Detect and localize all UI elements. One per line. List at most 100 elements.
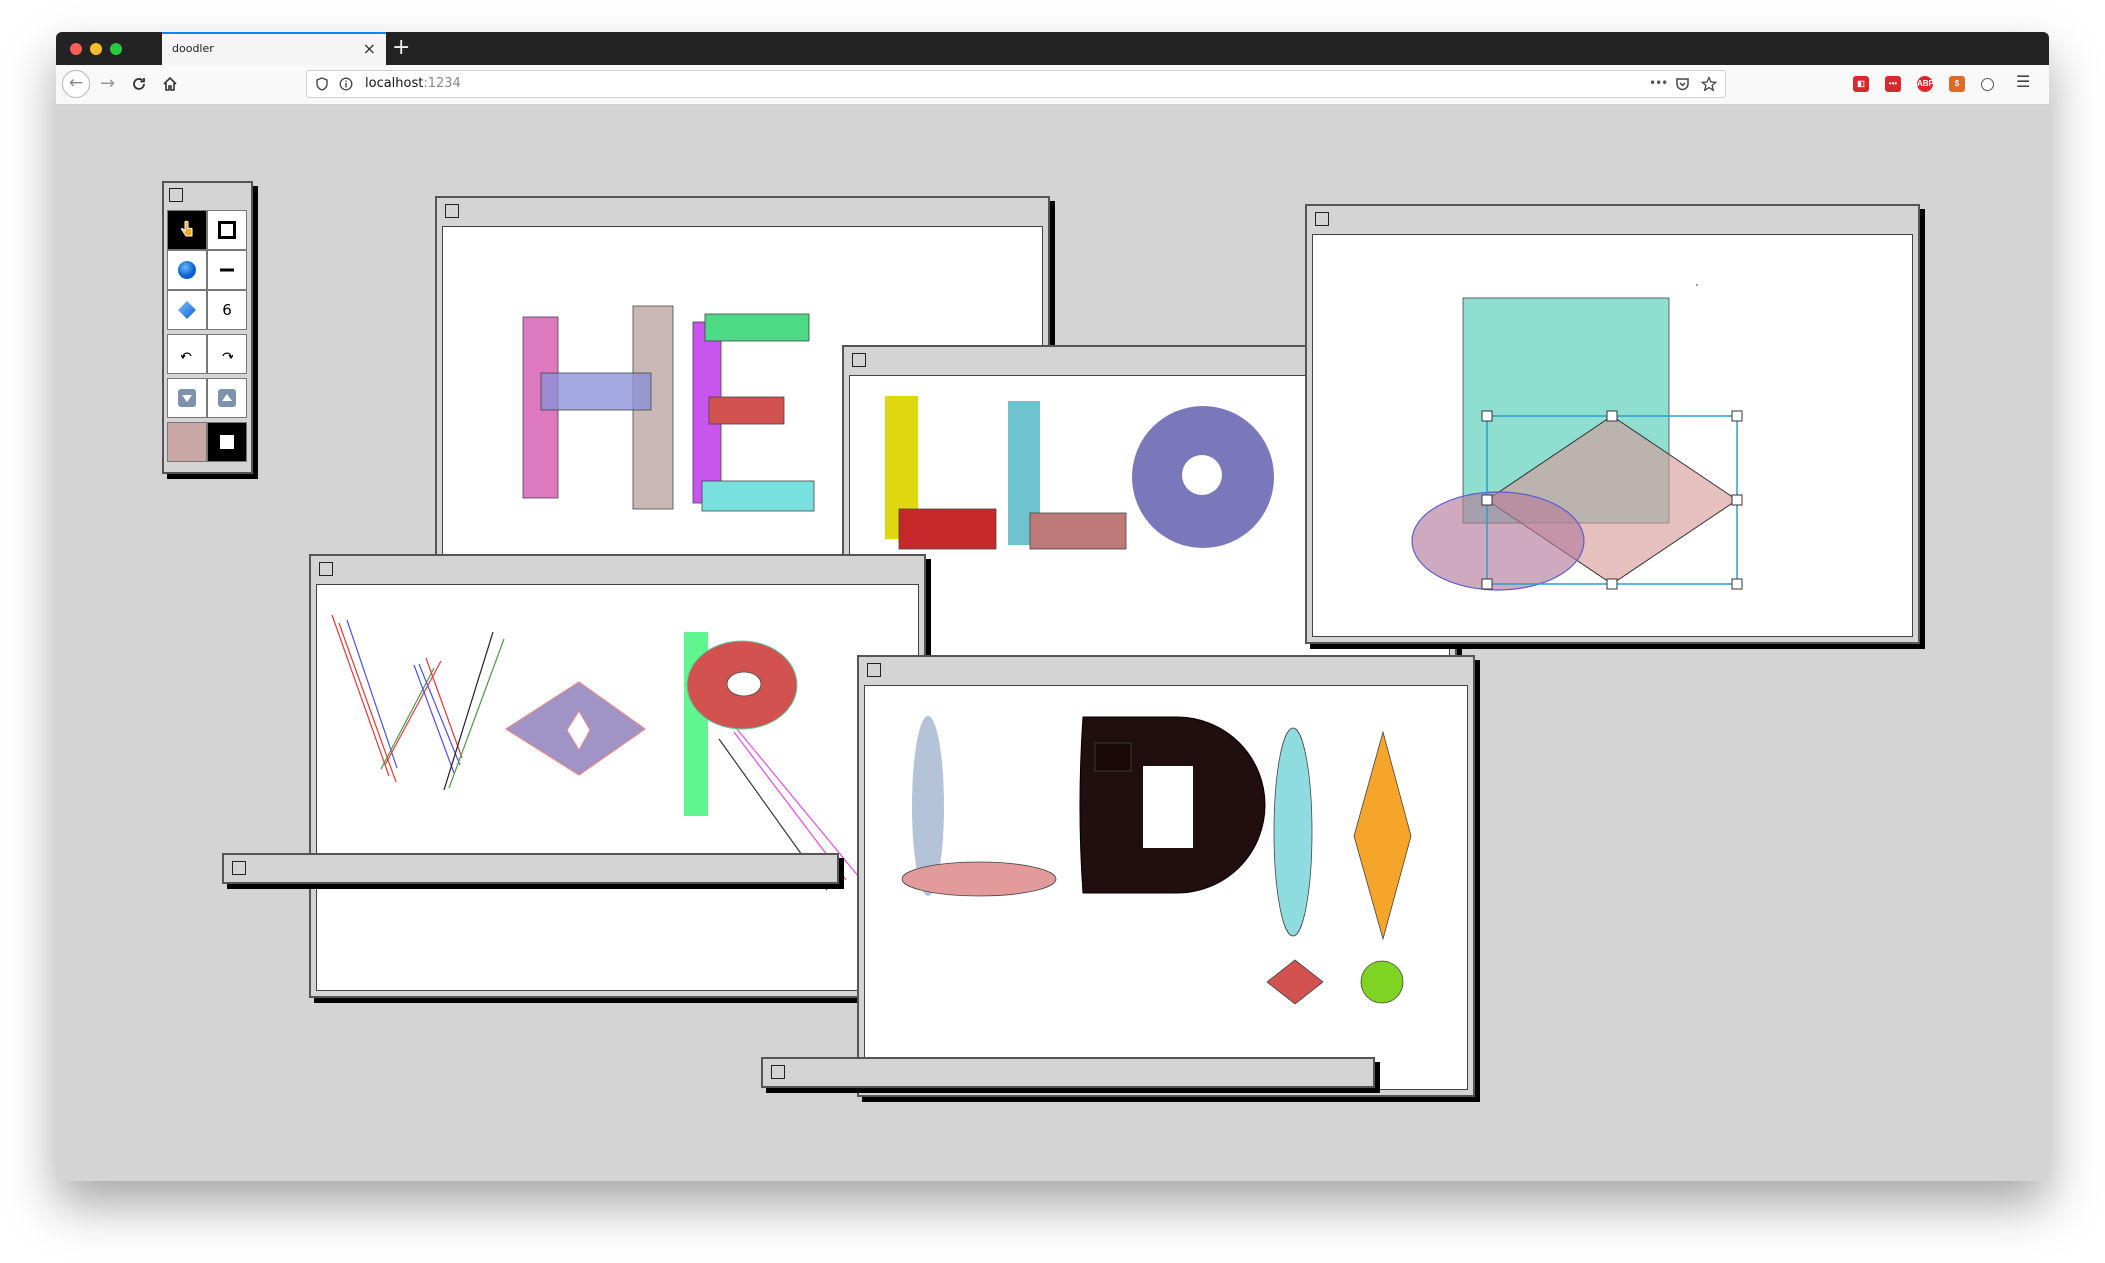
circle-icon bbox=[178, 261, 196, 279]
arrow-up-icon bbox=[218, 389, 236, 407]
home-icon bbox=[163, 76, 177, 91]
shape-rect[interactable] bbox=[701, 480, 815, 512]
shape-circle[interactable] bbox=[1360, 960, 1404, 1004]
shape-line[interactable] bbox=[380, 667, 435, 770]
shape-rect[interactable] bbox=[708, 396, 785, 425]
browser-titlebar: doodler × + bbox=[56, 32, 2049, 65]
undo-icon bbox=[181, 352, 192, 359]
tool-palette[interactable]: 6 bbox=[162, 181, 253, 474]
window-close-box[interactable] bbox=[232, 861, 246, 875]
forward-button[interactable]: → bbox=[100, 73, 115, 94]
doodle-window-ld[interactable] bbox=[857, 655, 1475, 1097]
window-close-box[interactable] bbox=[771, 1065, 785, 1079]
account-icon[interactable] bbox=[1981, 78, 1994, 91]
resize-handle[interactable] bbox=[1481, 578, 1493, 590]
minimized-window-bar[interactable] bbox=[761, 1057, 1375, 1088]
doodle-window-shapes[interactable] bbox=[1305, 204, 1920, 644]
pointer-hand-icon bbox=[181, 220, 193, 237]
shape-diamond[interactable] bbox=[1353, 730, 1412, 941]
window-close-box[interactable] bbox=[445, 204, 459, 218]
resize-handle[interactable] bbox=[1481, 410, 1493, 422]
shield-icon[interactable] bbox=[315, 77, 329, 91]
extension-icon-4[interactable]: $ bbox=[1949, 76, 1965, 92]
url-bar[interactable]: localhost:1234 ••• bbox=[306, 70, 1726, 98]
line-icon bbox=[220, 268, 234, 272]
palette-close-box[interactable] bbox=[169, 188, 183, 202]
stroke-width-field[interactable]: 6 bbox=[207, 290, 247, 330]
shape-line[interactable] bbox=[338, 622, 397, 783]
info-icon[interactable] bbox=[339, 77, 353, 91]
resize-handle[interactable] bbox=[1606, 578, 1618, 590]
line-tool-button[interactable] bbox=[207, 250, 247, 290]
shape-rect[interactable] bbox=[1029, 512, 1127, 550]
drawing-canvas[interactable] bbox=[316, 584, 919, 991]
url-host: localhost bbox=[365, 76, 424, 91]
doodle-window-wor[interactable] bbox=[309, 554, 926, 998]
home-button[interactable] bbox=[162, 73, 178, 97]
window-close-box[interactable] bbox=[319, 562, 333, 576]
reload-icon bbox=[133, 78, 145, 90]
shape-rect[interactable] bbox=[704, 313, 810, 342]
pointer-tool-button[interactable] bbox=[167, 210, 207, 250]
canvas-shapes bbox=[331, 614, 860, 891]
send-backward-button[interactable] bbox=[167, 378, 207, 418]
doodler-desktop[interactable]: 6 bbox=[56, 105, 2049, 1181]
drawing-canvas[interactable] bbox=[864, 685, 1468, 1090]
redo-button[interactable] bbox=[207, 334, 247, 374]
shape-line[interactable] bbox=[418, 663, 461, 766]
rectangle-tool-button[interactable] bbox=[207, 210, 247, 250]
page-actions-icon[interactable]: ••• bbox=[1649, 76, 1668, 90]
diamond-icon bbox=[178, 301, 196, 319]
extension-icon-1[interactable]: ◧ bbox=[1853, 76, 1869, 92]
shape-rect[interactable] bbox=[540, 372, 652, 411]
shape-ellipse[interactable] bbox=[726, 671, 762, 697]
browser-navbar: ← → localhost:1234 ••• ◧ ••• ABP $ ☰ bbox=[56, 65, 2049, 105]
adblock-icon[interactable]: ABP bbox=[1917, 76, 1934, 92]
resize-handle[interactable] bbox=[1606, 410, 1618, 422]
shape-line[interactable] bbox=[448, 638, 505, 789]
minimize-window-button[interactable] bbox=[90, 43, 102, 55]
shape-line[interactable] bbox=[443, 631, 494, 791]
bring-forward-button[interactable] bbox=[207, 378, 247, 418]
close-tab-icon[interactable]: × bbox=[363, 39, 376, 58]
maximize-window-button[interactable] bbox=[110, 43, 122, 55]
window-close-box[interactable] bbox=[867, 663, 881, 677]
back-button[interactable]: ← bbox=[62, 70, 90, 98]
shape-line[interactable] bbox=[331, 614, 390, 777]
shape-rect[interactable] bbox=[1143, 766, 1193, 848]
undo-button[interactable] bbox=[167, 334, 207, 374]
shape-ellipse[interactable] bbox=[1273, 727, 1313, 937]
url-text[interactable]: localhost:1234 bbox=[365, 76, 461, 91]
menu-icon[interactable]: ☰ bbox=[2016, 72, 2030, 91]
shape-ellipse[interactable] bbox=[1411, 491, 1585, 591]
shape-line[interactable] bbox=[425, 657, 463, 759]
resize-handle[interactable] bbox=[1731, 494, 1743, 506]
resize-handle[interactable] bbox=[1731, 578, 1743, 590]
minimized-window-bar[interactable] bbox=[222, 853, 839, 884]
stroke-color-swatch[interactable] bbox=[207, 422, 247, 462]
resize-handle[interactable] bbox=[1481, 494, 1493, 506]
shape-rect[interactable] bbox=[898, 508, 997, 550]
shape-dot[interactable] bbox=[1696, 284, 1698, 286]
shape-rect[interactable] bbox=[1094, 742, 1132, 772]
pocket-icon[interactable] bbox=[1675, 77, 1690, 92]
close-window-button[interactable] bbox=[70, 43, 82, 55]
shape-diamond[interactable] bbox=[1266, 959, 1324, 1005]
shape-ellipse[interactable] bbox=[901, 861, 1057, 897]
browser-tab[interactable]: doodler × bbox=[162, 32, 386, 65]
extension-icon-2[interactable]: ••• bbox=[1885, 76, 1901, 92]
drawing-canvas[interactable] bbox=[1312, 234, 1913, 637]
canvas-shapes bbox=[1411, 284, 1743, 591]
ellipse-tool-button[interactable] bbox=[167, 250, 207, 290]
redo-icon bbox=[222, 352, 233, 359]
diamond-tool-button[interactable] bbox=[167, 290, 207, 330]
bookmark-star-icon[interactable] bbox=[1701, 76, 1717, 92]
shape-line[interactable] bbox=[346, 619, 398, 769]
window-close-box[interactable] bbox=[852, 353, 866, 367]
window-close-box[interactable] bbox=[1315, 212, 1329, 226]
reload-button[interactable] bbox=[131, 73, 147, 97]
new-tab-button[interactable]: + bbox=[392, 35, 410, 60]
resize-handle[interactable] bbox=[1731, 410, 1743, 422]
fill-color-swatch[interactable] bbox=[167, 422, 207, 462]
stroke-width-value: 6 bbox=[222, 301, 232, 319]
